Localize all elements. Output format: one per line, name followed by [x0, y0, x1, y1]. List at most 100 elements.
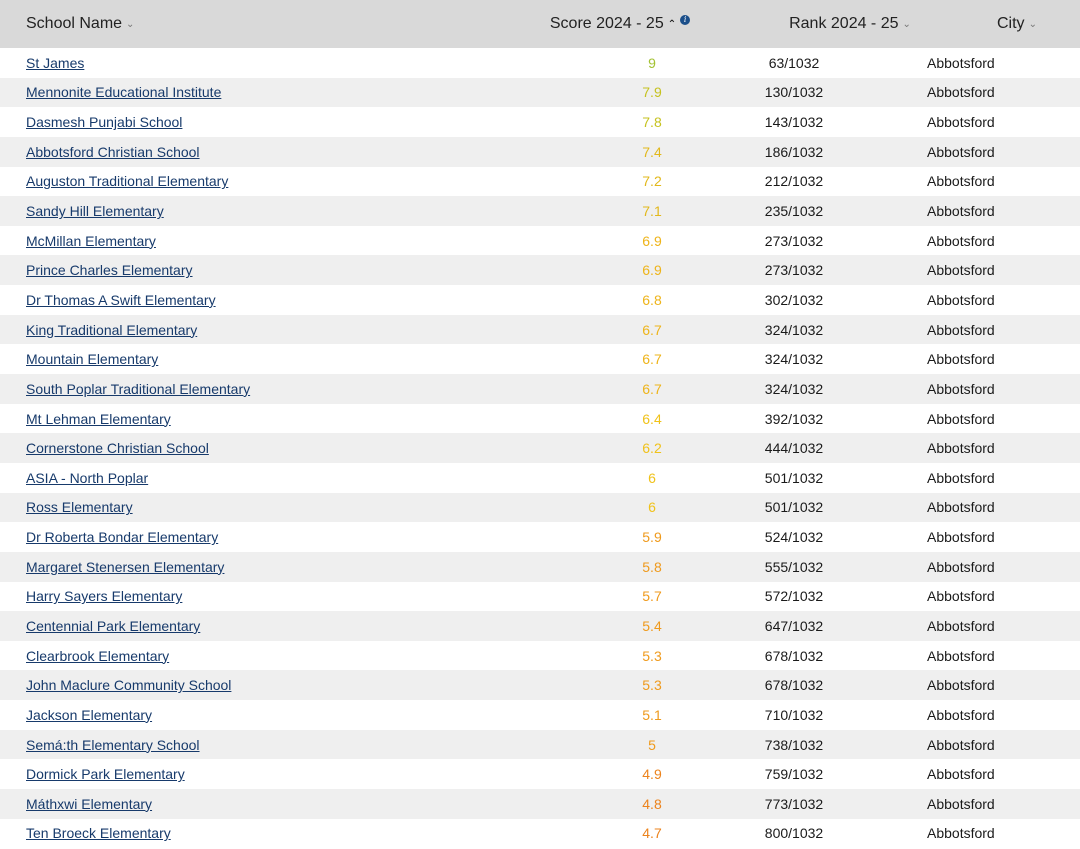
school-name-link[interactable]: Harry Sayers Elementary — [26, 588, 182, 604]
school-name-cell: Clearbrook Elementary — [0, 648, 470, 664]
school-name-link[interactable]: King Traditional Elementary — [26, 322, 197, 338]
rank-cell: 444/1032 — [764, 440, 824, 457]
table-row: Auguston Traditional Elementary 7.2 212/10… — [0, 166, 1080, 197]
school-name-link[interactable]: Centennial Park Elementary — [26, 618, 200, 634]
table-row: Ten Broeck Elementary 4.7 800/1032 Abbotsfo… — [0, 818, 1080, 849]
school-name-link[interactable]: Dasmesh Punjabi School — [26, 114, 182, 130]
school-name-cell: John Maclure Community School — [0, 677, 470, 693]
rank-cell: 501/1032 — [764, 469, 824, 486]
table-row: South Poplar Traditional Elementary 6.7 32… — [0, 374, 1080, 404]
city-cell: Abbotsford — [927, 766, 995, 783]
chevron-down-icon: ⌄ — [126, 18, 135, 30]
table-body: St James 9 63/1032 Abbotsford Mennonite Educ… — [0, 48, 1080, 849]
column-header-school-name[interactable]: School Name ⌄ — [0, 0, 470, 48]
table-row: Mt Lehman Elementary 6.4 392/1032 Abbotsfor… — [0, 403, 1080, 434]
column-header-city[interactable]: City ⌄ — [930, 0, 1080, 48]
school-name-cell: Auguston Traditional Elementary — [0, 173, 470, 189]
rank-cell: 273/1032 — [764, 232, 824, 249]
school-name-cell: Mountain Elementary — [0, 351, 470, 367]
school-name-link[interactable]: Dormick Park Elementary — [26, 766, 185, 782]
chevron-down-icon: ⌄ — [902, 18, 911, 30]
table-row: Harry Sayers Elementary 5.7 572/1032 Abbots… — [0, 581, 1080, 612]
school-name-cell: Dormick Park Elementary — [0, 766, 470, 782]
school-name-cell: Ross Elementary — [0, 499, 470, 515]
school-name-cell: Dr Roberta Bondar Elementary — [0, 529, 470, 545]
rank-cell: 555/1032 — [764, 558, 824, 575]
rank-cell: 186/1032 — [764, 143, 824, 160]
table-row: Dr Thomas A Swift Elementary 6.8 302/1032 A… — [0, 285, 1080, 315]
school-name-link[interactable]: McMillan Elementary — [26, 233, 156, 249]
city-cell: Abbotsford — [927, 558, 995, 575]
rank-cell: 710/1032 — [764, 706, 824, 723]
school-name-cell: Cornerstone Christian School — [0, 440, 470, 456]
rank-cell: 273/1032 — [764, 262, 824, 279]
school-name-link[interactable]: Ross Elementary — [26, 499, 133, 515]
rank-cell: 63/1032 — [768, 54, 820, 71]
school-name-link[interactable]: Mountain Elementary — [26, 351, 158, 367]
table-row: Margaret Stenersen Elementary 5.8 555/1032… — [0, 551, 1080, 582]
school-name-cell: Prince Charles Elementary — [0, 262, 470, 278]
school-name-link[interactable]: Máthxwi Elementary — [26, 796, 152, 812]
table-row: Abbotsford Christian School 7.4 186/1032 Ab… — [0, 136, 1080, 167]
school-name-cell: ASIA - North Poplar — [0, 470, 470, 486]
city-cell: Abbotsford — [927, 351, 995, 368]
school-name-cell: Dr Thomas A Swift Elementary — [0, 292, 470, 308]
table-row: St James 9 63/1032 Abbotsford — [0, 48, 1080, 78]
city-cell: Abbotsford — [927, 825, 995, 842]
table-row: Cornerstone Christian School 6.2 444/1032 A… — [0, 433, 1080, 463]
chevron-up-icon: ⌃ — [667, 18, 677, 30]
school-name-link[interactable]: Semá:th Elementary School — [26, 737, 200, 753]
city-cell: Abbotsford — [927, 173, 995, 190]
school-name-cell: Jackson Elementary — [0, 707, 470, 723]
school-name-link[interactable]: Margaret Stenersen Elementary — [26, 559, 224, 575]
rank-cell: 678/1032 — [764, 677, 824, 694]
school-name-link[interactable]: St James — [26, 55, 84, 71]
column-header-score[interactable]: Score 2024 - 25 ⌃ i — [470, 0, 770, 48]
chevron-down-icon: ⌄ — [1028, 18, 1037, 30]
school-name-cell: Harry Sayers Elementary — [0, 588, 470, 604]
rank-cell: 324/1032 — [764, 380, 824, 397]
school-name-cell: Centennial Park Elementary — [0, 618, 470, 634]
city-cell: Abbotsford — [927, 440, 995, 457]
school-name-link[interactable]: Clearbrook Elementary — [26, 648, 169, 664]
rank-cell: 773/1032 — [764, 795, 824, 812]
table-header: School Name ⌄ Score 2024 - 25 ⌃ i Rank 2… — [0, 0, 1080, 48]
table-row: ASIA - North Poplar 6 501/1032 Abbotsford — [0, 462, 1080, 493]
school-name-link[interactable]: Jackson Elementary — [26, 707, 152, 723]
rank-cell: 800/1032 — [764, 825, 824, 842]
rank-cell: 130/1032 — [764, 84, 824, 101]
school-name-link[interactable]: Ten Broeck Elementary — [26, 825, 171, 841]
school-name-link[interactable]: Auguston Traditional Elementary — [26, 173, 228, 189]
school-name-link[interactable]: Sandy Hill Elementary — [26, 203, 164, 219]
rank-cell: 143/1032 — [764, 114, 824, 131]
rank-cell: 501/1032 — [764, 499, 824, 516]
school-name-cell: Máthxwi Elementary — [0, 796, 470, 812]
city-cell: Abbotsford — [927, 499, 995, 516]
school-name-cell: McMillan Elementary — [0, 233, 470, 249]
school-name-link[interactable]: ASIA - North Poplar — [26, 470, 148, 486]
school-name-link[interactable]: Abbotsford Christian School — [26, 144, 200, 160]
rank-cell: 324/1032 — [764, 351, 824, 368]
school-name-cell: Semá:th Elementary School — [0, 737, 470, 753]
city-cell: Abbotsford — [927, 736, 995, 753]
rank-cell: 212/1032 — [764, 173, 824, 190]
city-cell: Abbotsford — [927, 291, 995, 308]
info-icon[interactable]: i — [680, 15, 691, 25]
school-name-link[interactable]: South Poplar Traditional Elementary — [26, 381, 250, 397]
school-name-link[interactable]: Dr Thomas A Swift Elementary — [26, 292, 216, 308]
school-name-cell: Abbotsford Christian School — [0, 144, 470, 160]
school-name-link[interactable]: Cornerstone Christian School — [26, 440, 209, 456]
school-name-link[interactable]: Prince Charles Elementary — [26, 262, 193, 278]
city-cell: Abbotsford — [927, 232, 995, 249]
column-header-rank[interactable]: Rank 2024 - 25 ⌄ — [770, 0, 930, 48]
school-name-link[interactable]: Mt Lehman Elementary — [26, 411, 171, 427]
rank-cell: 235/1032 — [764, 203, 824, 220]
school-name-link[interactable]: Mennonite Educational Institute — [26, 84, 221, 100]
table-row: Dormick Park Elementary 4.9 759/1032 Abbots… — [0, 759, 1080, 790]
school-name-link[interactable]: John Maclure Community School — [26, 677, 231, 693]
school-name-cell: Dasmesh Punjabi School — [0, 114, 470, 130]
school-name-link[interactable]: Dr Roberta Bondar Elementary — [26, 529, 218, 545]
school-name-cell: Margaret Stenersen Elementary — [0, 559, 470, 575]
city-cell: Abbotsford — [927, 529, 995, 546]
city-cell: Abbotsford — [927, 617, 995, 634]
